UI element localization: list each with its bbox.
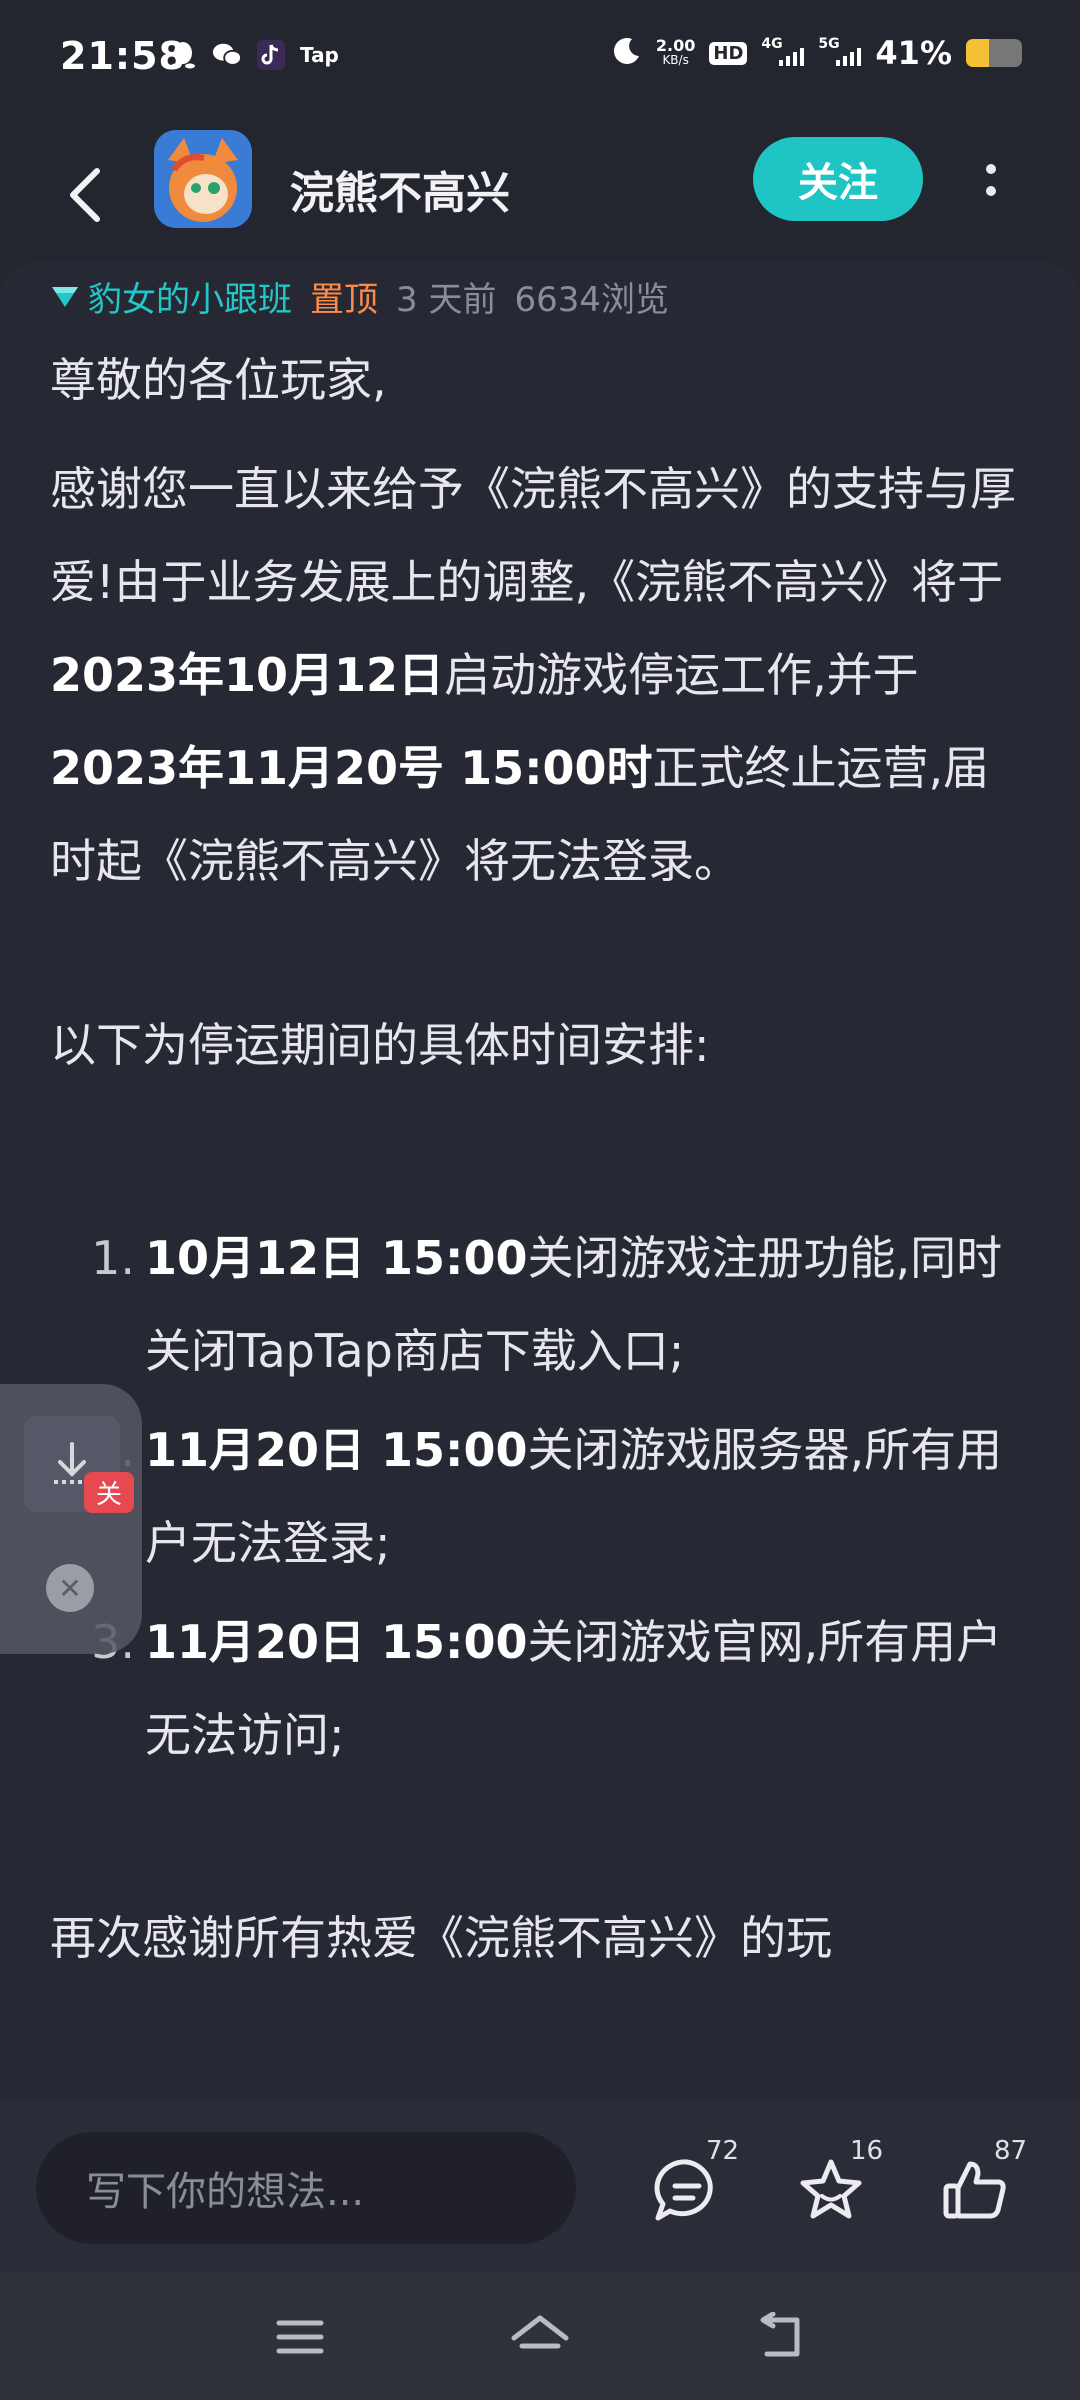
comment-button[interactable]: 72 [636,2136,746,2240]
home-button[interactable] [500,2302,580,2372]
list-item: 1. 10月12日 15:00关闭游戏注册功能,同时关闭TapTap商店下载入口; [91,1231,1003,1378]
back-button[interactable] [50,160,120,230]
schedule-intro: 以下为停运期间的具体时间安排: [50,1018,710,1072]
signal-4g-icon: 4G [761,36,805,66]
battery-icon [966,39,1022,67]
greeting: 尊敬的各位玩家, [50,353,387,407]
post-meta: 豹女的小跟班 置顶 3 天前 6634浏览 [48,272,669,321]
top-header: 浣熊不高兴 关注 [0,120,1080,270]
moon-icon [612,36,642,70]
back-nav-button[interactable] [740,2302,820,2372]
list-item: 2.11月20日 15:00关闭游戏服务器,所有用户无法登录; [91,1423,1003,1570]
action-bar: 写下你的想法... 72 16 87 [0,2100,1080,2272]
menu-button[interactable] [260,2302,340,2372]
post-body: 尊敬的各位玩家, 感谢您一直以来给予《浣熊不高兴》的支持与厚爱!由于业务发展上的… [50,334,1035,1985]
qq-icon [168,40,198,70]
diamond-icon [52,286,78,307]
more-dot-icon [986,186,996,196]
page-title: 浣熊不高兴 [290,168,510,219]
return-icon [760,2312,800,2357]
menu-icon [276,2320,324,2354]
status-bar: 21:58 Tap 2.00 KB/s HD 4G 5G 41% [0,0,1080,120]
battery-percent: 41% [875,34,952,72]
post-time: 3 天前 [396,280,497,320]
system-nav-bar [0,2272,1080,2400]
signal-5g-label: 5G [818,36,840,52]
status-indicators: 2.00 KB/s HD 4G 5G 41% [612,34,1022,72]
close-icon: ✕ [58,1571,82,1605]
comment-count: 72 [706,2136,740,2166]
network-speed-value: 2.00 [655,36,696,55]
battery-level [966,39,989,67]
follow-button[interactable]: 关注 [753,137,923,221]
view-count: 6634浏览 [514,280,669,320]
paragraph-announcement: 感谢您一直以来给予《浣熊不高兴》的支持与厚爱!由于业务发展上的调整,《浣熊不高兴… [50,462,1016,888]
comment-input[interactable]: 写下你的想法... [36,2132,576,2244]
post-content-panel: 豹女的小跟班 置顶 3 天前 6634浏览 尊敬的各位玩家, 感谢您一直以来给予… [0,262,1080,2102]
close-floater-button[interactable]: ✕ [46,1564,94,1612]
wechat-icon [212,40,242,70]
floater-badge: 关 [84,1472,135,1513]
like-count: 87 [994,2136,1028,2166]
network-speed: 2.00 KB/s [655,36,696,68]
home-icon [511,2315,569,2349]
page: 21:58 Tap 2.00 KB/s HD 4G 5G 41% 浣熊不高兴 关… [0,0,1080,2400]
signal-5g-icon: 5G [818,36,862,66]
floating-download-widget: 关 ✕ [0,1384,142,1654]
closing-text: 再次感谢所有热爱《浣熊不高兴》的玩 [50,1911,832,1965]
pinned-badge: 置顶 [310,280,378,320]
list-item: 3.11月20日 15:00关闭游戏官网,所有用户无法访问; [91,1615,1003,1762]
more-dot-icon [986,164,996,174]
favorite-count: 16 [850,2136,884,2166]
favorite-button[interactable]: 16 [780,2136,890,2240]
status-app-icons: Tap [168,40,339,70]
author-tag[interactable]: 豹女的小跟班 [48,272,292,321]
network-speed-unit: KB/s [662,53,689,67]
schedule-list: 1. 10月12日 15:00关闭游戏注册功能,同时关闭TapTap商店下载入口;… [50,1212,1035,1782]
tiktok-icon [256,40,286,70]
hd-icon: HD [709,41,748,65]
author-tag-label: 豹女的小跟班 [88,280,292,320]
like-button[interactable]: 87 [924,2136,1034,2240]
game-avatar[interactable] [154,130,252,228]
more-options-button[interactable] [966,145,1016,215]
tap-label: Tap [300,43,339,67]
chevron-left-icon [70,168,100,222]
signal-4g-label: 4G [761,36,783,52]
